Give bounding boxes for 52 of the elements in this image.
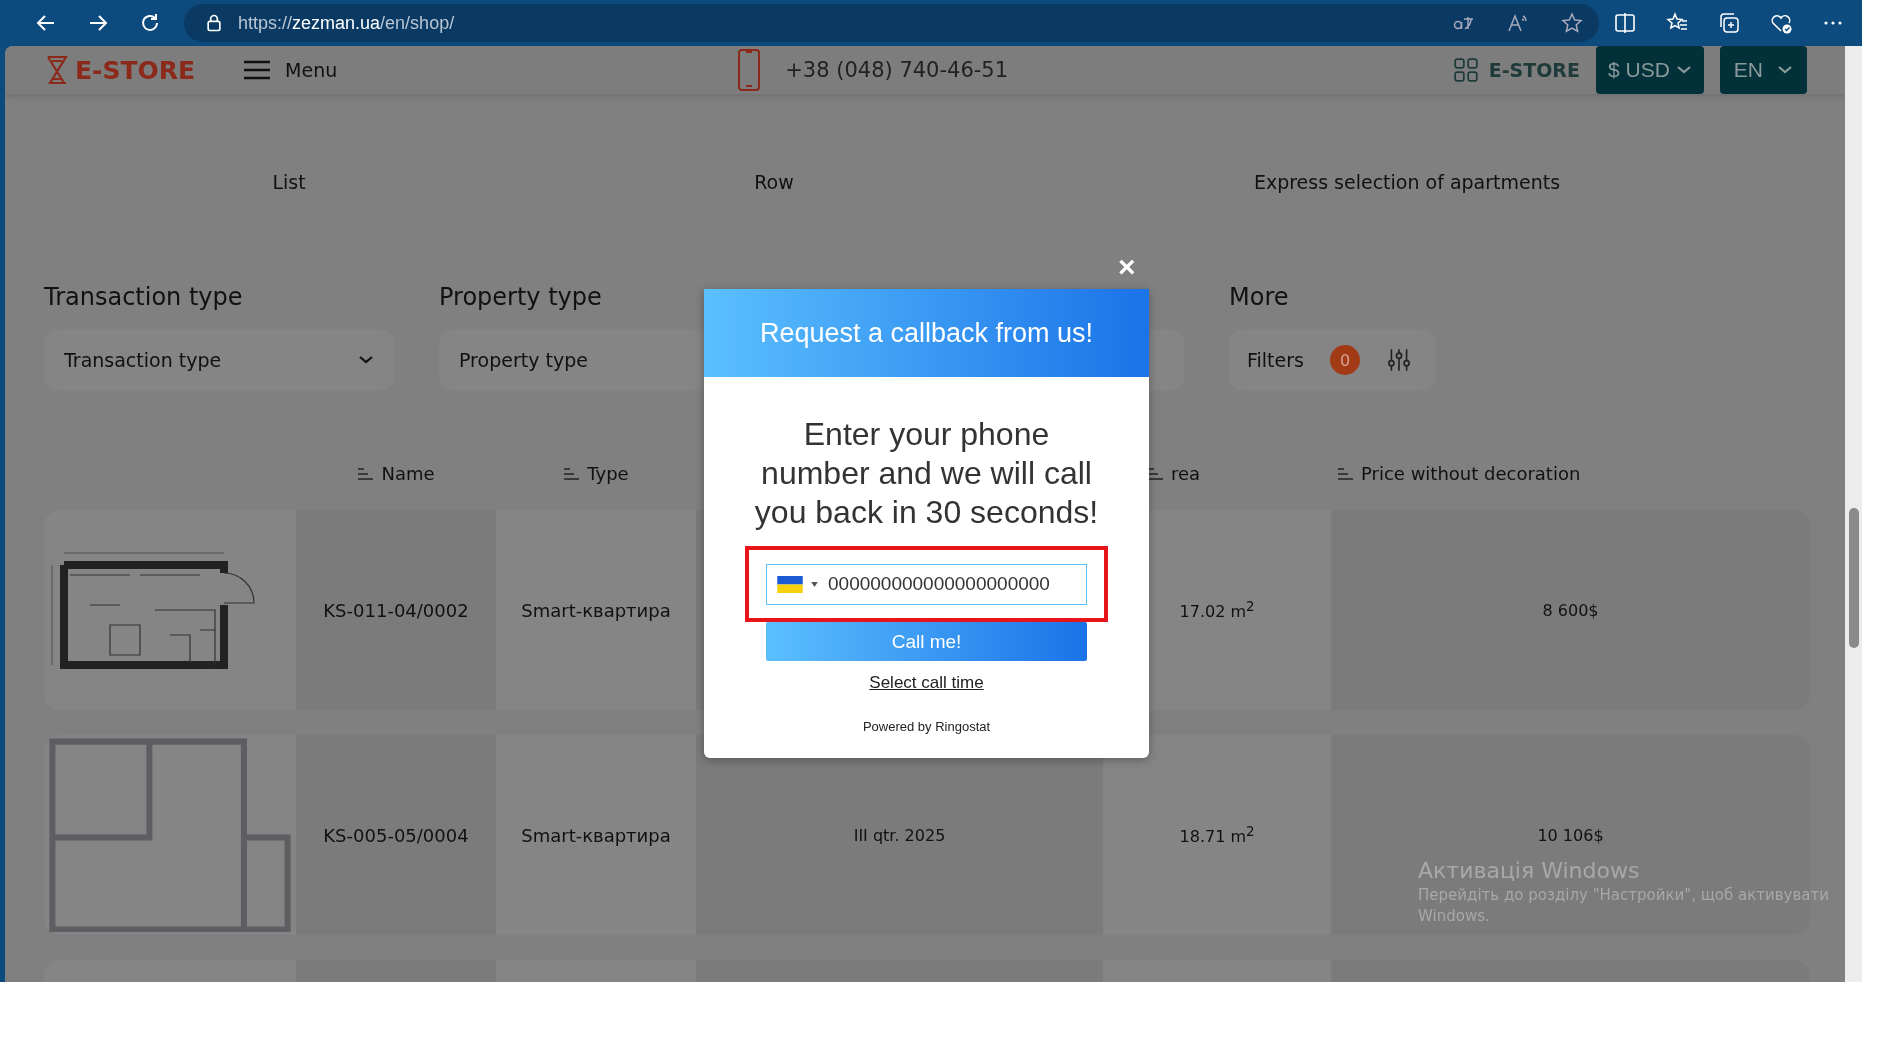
table-cell: KS-005-05/0004 — [296, 735, 496, 935]
sort-column-header[interactable]: rea — [1147, 463, 1201, 484]
address-bar[interactable]: https://zezman.ua/en/shop/ — [184, 4, 1599, 42]
smartphone-icon — [737, 46, 762, 94]
scrollbar-thumb[interactable] — [1849, 508, 1859, 648]
flag-icon[interactable] — [777, 575, 803, 593]
select-call-time-link[interactable]: Select call time — [869, 673, 984, 693]
chevron-icon — [1777, 65, 1793, 75]
language-dropdown[interactable]: EN — [1719, 46, 1807, 94]
sliders-icon — [1385, 347, 1412, 373]
powered-by-text: Powered by Ringostat — [862, 719, 991, 734]
sort-icon — [1147, 467, 1163, 480]
count-badge: 0 — [1329, 345, 1360, 375]
filter-label: Property type — [439, 283, 603, 313]
table-cell: Smart-квартира — [496, 510, 696, 710]
view-tab[interactable]: List — [272, 171, 306, 193]
sort-column-header[interactable]: Type — [563, 463, 629, 484]
view-tab[interactable]: Row — [754, 171, 794, 193]
hourglass-logo-icon — [45, 55, 69, 85]
dialog-message: Enter your phone number and we will call you back in 30 seconds! — [753, 415, 1100, 532]
menu-button[interactable]: Menu — [243, 59, 338, 81]
menu-icon — [243, 60, 272, 80]
close-button[interactable]: × — [1118, 254, 1136, 280]
sort-column-header[interactable]: Name — [357, 463, 435, 484]
view-tab[interactable]: Express selection of apartments — [1253, 171, 1561, 193]
currency-dropdown[interactable]: $ USD — [1595, 46, 1704, 94]
lock-icon — [204, 13, 224, 33]
table-cell: KS-011-04/0002 — [296, 510, 496, 710]
sort-icon — [1337, 467, 1353, 480]
caret-icon — [811, 581, 818, 587]
table-cell: 18.71 m$^{2}$ — [1103, 735, 1331, 935]
grid-icon — [1452, 57, 1479, 83]
split-screen-icon[interactable] — [1613, 11, 1637, 35]
url-text: https://zezman.ua/en/shop/ — [238, 12, 455, 34]
phone-field[interactable]: 000000000000000000000 — [766, 563, 1087, 605]
store-link[interactable]: E-STORE — [1452, 57, 1580, 83]
filters-button[interactable]: Filters 0 — [1229, 329, 1436, 391]
table-cell: Smart-квартира — [496, 735, 696, 935]
table-cell: 8 600$ — [1331, 510, 1810, 710]
phone-input[interactable]: 000000000000000000000 — [828, 573, 1086, 595]
star-icon[interactable] — [1560, 11, 1584, 35]
chevron-icon — [1675, 65, 1692, 75]
filter-label: More — [1229, 283, 1290, 313]
call-me-button[interactable]: Call me! — [766, 622, 1087, 661]
sort-icon — [357, 467, 374, 480]
chevron-icon — [358, 355, 374, 365]
filter-label: Transaction type — [44, 283, 244, 313]
dropdown-field[interactable]: Transaction type — [44, 329, 394, 391]
sort-icon — [563, 467, 580, 480]
phone-number[interactable]: +38 (048) 740-46-51 — [785, 58, 1009, 82]
sort-column-header[interactable]: Price without decoration — [1337, 463, 1581, 484]
collections-icon[interactable] — [1717, 11, 1741, 35]
